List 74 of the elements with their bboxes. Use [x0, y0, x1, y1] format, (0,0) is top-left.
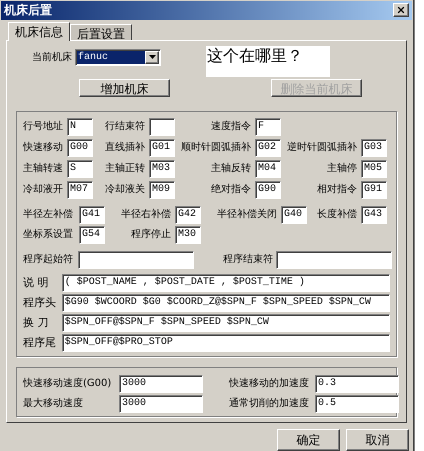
text-field[interactable]: M07 [67, 180, 93, 199]
text-field[interactable]: G91 [361, 180, 387, 199]
field-label: 绝对指令 [211, 183, 251, 196]
field-label: 主轴停 [327, 162, 357, 176]
text-field[interactable] [276, 250, 392, 269]
field-label: 最大移动速度 [23, 397, 84, 410]
text-field[interactable]: $SPN_OFF@$SPN_F $SPN_SPEED $SPN_CW [62, 314, 390, 332]
text-field[interactable]: M05 [361, 160, 387, 178]
text-field[interactable]: M03 [149, 160, 175, 178]
text-field[interactable]: M09 [149, 180, 175, 199]
field-label: 半径右补偿 [121, 208, 171, 222]
field-label: 行号地址 [23, 120, 63, 134]
field-label: 半径左补偿 [23, 208, 74, 222]
field-label: 主轴反转 [211, 162, 251, 176]
close-icon [396, 5, 406, 16]
field-label: 主轴正转 [105, 162, 145, 176]
annotation: 这个在哪里？ [206, 46, 330, 77]
text-field[interactable]: S [67, 160, 93, 178]
field-label: 直线插补 [105, 141, 145, 154]
field-label: 程序停止 [131, 228, 171, 242]
text-field[interactable]: G01 [149, 138, 175, 157]
dialog-button[interactable]: 取消 [346, 429, 409, 451]
text-field[interactable]: 3000 [119, 374, 203, 393]
field-label: 程序尾 [23, 336, 57, 350]
field-label: 当前机床 [32, 50, 72, 64]
field-label: 冷却液开 [23, 183, 63, 196]
text-field[interactable]: G00 [67, 138, 93, 157]
field-label: 长度补偿 [317, 208, 357, 222]
text-field[interactable]: G43 [361, 206, 387, 224]
field-label: 坐标系设置 [23, 228, 74, 242]
field-label: 通常切削的加速度 [229, 397, 309, 410]
field-label: 说 明 [23, 276, 50, 290]
tab[interactable]: 后置设置 [70, 24, 132, 40]
tab[interactable]: 机床信息 [8, 22, 70, 41]
caret-icon [145, 50, 159, 64]
text-field[interactable]: 3000 [119, 394, 203, 413]
text-field[interactable]: G90 [255, 180, 281, 199]
text-field[interactable]: ( $POST_NAME , $POST_DATE , $POST_TIME ) [62, 274, 390, 292]
text-field[interactable]: G54 [79, 226, 105, 244]
text-field[interactable]: M30 [175, 226, 201, 244]
text-field[interactable]: F [255, 118, 281, 136]
field-label: 逆时针圆弧插补 [287, 141, 357, 154]
text-field[interactable]: M04 [255, 160, 281, 178]
text-field[interactable] [78, 250, 194, 269]
text-field[interactable]: G02 [255, 138, 281, 157]
field-label: 速度指令 [211, 120, 251, 134]
field-label: 程序起始符 [23, 253, 74, 266]
text-field[interactable]: $G90 $WCOORD $G0 $COORD_Z@$SPN_F $SPN_SPEED $SPN_CW [62, 294, 390, 312]
field-label: 快速移动 [23, 141, 63, 154]
field-label: 程序结束符 [223, 253, 273, 266]
text-field[interactable]: $SPN_OFF@$PRO_STOP [62, 334, 390, 352]
field-label: 行结束符 [105, 120, 145, 134]
field-label: 换 刀 [23, 316, 50, 330]
field-label: 顺时针圆弧插补 [181, 141, 251, 154]
text-field[interactable] [149, 118, 175, 136]
field-label: 快速移动的加速度 [229, 377, 309, 390]
machine-dropdown[interactable]: fanuc [75, 48, 161, 66]
text-field[interactable]: G42 [175, 206, 201, 224]
field-label: 半径补偿关闭 [217, 208, 277, 222]
field-label: 冷却液关 [105, 183, 145, 196]
text-field[interactable]: 0.3 [315, 374, 399, 393]
text-field[interactable]: N [67, 118, 93, 136]
field-label: 相对指令 [317, 183, 357, 196]
close-button[interactable] [393, 3, 409, 18]
text-field[interactable]: G40 [281, 206, 307, 224]
field-label: 快速移动速度(G00) [23, 377, 112, 390]
text-field[interactable]: G03 [361, 138, 387, 157]
window-title: 机床后置 [4, 2, 52, 20]
machine-button[interactable]: 增加机床 [79, 78, 170, 97]
field-label: 主轴转速 [23, 162, 63, 176]
dialog-button[interactable]: 确定 [277, 429, 340, 451]
field-label: 程序头 [23, 296, 57, 310]
text-field[interactable]: 0.5 [315, 394, 399, 413]
text-field[interactable]: G41 [79, 206, 105, 224]
